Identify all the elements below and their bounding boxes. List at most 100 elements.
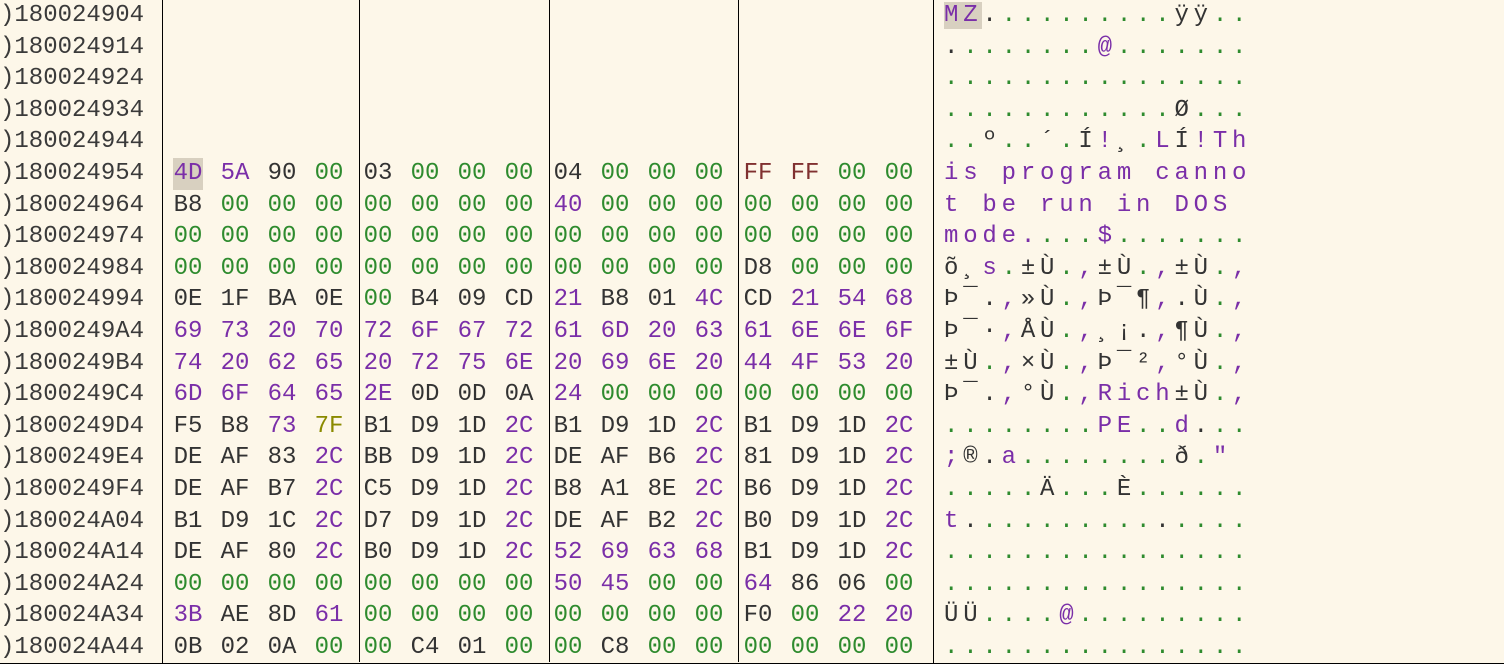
hex-byte[interactable]: B1 xyxy=(743,411,773,443)
hex-byte[interactable]: 00 xyxy=(600,158,630,190)
hex-byte[interactable]: D9 xyxy=(790,506,820,538)
hex-byte[interactable]: 1D xyxy=(837,506,867,538)
hex-byte[interactable]: AF xyxy=(220,474,250,506)
hex-byte[interactable]: 2C xyxy=(314,506,344,538)
hex-column[interactable]: 4D5A90000300000004000000FFFF0000B8000000… xyxy=(163,0,933,663)
hex-byte[interactable]: 6D xyxy=(173,379,203,411)
hex-byte[interactable]: 00 xyxy=(837,632,867,664)
hex-byte[interactable]: 00 xyxy=(553,221,583,253)
hex-byte[interactable]: 00 xyxy=(884,190,914,222)
hex-byte[interactable]: 00 xyxy=(410,569,440,601)
hex-byte[interactable]: 00 xyxy=(694,190,724,222)
hex-byte[interactable]: 62 xyxy=(267,348,297,380)
hex-byte[interactable]: 00 xyxy=(363,632,393,664)
hex-byte[interactable]: B8 xyxy=(600,284,630,316)
hex-byte[interactable]: 61 xyxy=(314,600,344,632)
hex-byte[interactable]: AF xyxy=(220,442,250,474)
hex-byte[interactable]: BA xyxy=(267,284,297,316)
hex-byte[interactable]: 00 xyxy=(600,253,630,285)
hex-byte[interactable]: 2C xyxy=(694,442,724,474)
hex-byte[interactable]: 00 xyxy=(267,569,297,601)
hex-byte[interactable]: 2C xyxy=(314,474,344,506)
hex-byte[interactable]: 64 xyxy=(743,569,773,601)
hex-row[interactable]: 0E1FBA0E00B409CD21B8014CCD215468 xyxy=(173,284,933,316)
hex-byte[interactable]: B8 xyxy=(553,474,583,506)
hex-byte[interactable]: 6F xyxy=(220,379,250,411)
hex-byte[interactable]: 6E xyxy=(647,348,677,380)
hex-byte[interactable]: 86 xyxy=(790,569,820,601)
hex-byte[interactable]: 74 xyxy=(173,348,203,380)
hex-byte[interactable]: 4F xyxy=(790,348,820,380)
hex-byte[interactable]: DE xyxy=(173,537,203,569)
hex-byte[interactable]: 09 xyxy=(457,284,487,316)
hex-byte[interactable]: D7 xyxy=(363,506,393,538)
hex-byte[interactable]: 1D xyxy=(457,537,487,569)
hex-byte[interactable]: 00 xyxy=(504,600,534,632)
hex-byte[interactable]: 00 xyxy=(694,600,724,632)
hex-byte[interactable]: 00 xyxy=(314,253,344,285)
hex-byte[interactable]: 20 xyxy=(267,316,297,348)
hex-byte[interactable]: 00 xyxy=(790,221,820,253)
hex-viewer[interactable]: )180024904)180024914)180024924)180024934… xyxy=(0,0,1504,664)
hex-byte[interactable]: 20 xyxy=(884,348,914,380)
hex-byte[interactable]: 00 xyxy=(457,600,487,632)
hex-byte[interactable]: 44 xyxy=(743,348,773,380)
hex-byte[interactable]: 6E xyxy=(837,316,867,348)
hex-byte[interactable]: 2C xyxy=(884,537,914,569)
hex-byte[interactable]: 63 xyxy=(647,537,677,569)
hex-byte[interactable]: CD xyxy=(504,284,534,316)
hex-byte[interactable]: F5 xyxy=(173,411,203,443)
hex-byte[interactable]: 1D xyxy=(647,411,677,443)
hex-row[interactable]: DEAFB72CC5D91D2CB8A18E2CB6D91D2C xyxy=(173,474,933,506)
hex-byte[interactable]: 1D xyxy=(837,537,867,569)
hex-byte[interactable]: 1C xyxy=(267,506,297,538)
hex-byte[interactable]: 02 xyxy=(220,632,250,664)
hex-byte[interactable]: 69 xyxy=(173,316,203,348)
hex-byte[interactable]: 00 xyxy=(173,221,203,253)
hex-byte[interactable]: 00 xyxy=(884,632,914,664)
hex-byte[interactable]: 00 xyxy=(694,253,724,285)
hex-byte[interactable]: 00 xyxy=(884,379,914,411)
hex-byte[interactable]: 2C xyxy=(504,537,534,569)
hex-byte[interactable]: 0E xyxy=(173,284,203,316)
hex-row[interactable]: 742062652072756E20696E20444F5320 xyxy=(173,348,933,380)
hex-byte[interactable]: 00 xyxy=(410,221,440,253)
hex-byte[interactable]: 00 xyxy=(743,632,773,664)
hex-byte[interactable]: 00 xyxy=(837,158,867,190)
hex-byte[interactable]: B4 xyxy=(410,284,440,316)
hex-byte[interactable]: 2C xyxy=(504,474,534,506)
hex-byte[interactable]: 2E xyxy=(363,379,393,411)
hex-byte[interactable]: A1 xyxy=(600,474,630,506)
hex-byte[interactable]: 68 xyxy=(694,537,724,569)
hex-byte[interactable]: 00 xyxy=(694,379,724,411)
hex-byte[interactable]: FF xyxy=(790,158,820,190)
hex-byte[interactable]: 01 xyxy=(647,284,677,316)
hex-row[interactable]: 3BAE8D610000000000000000F0002220 xyxy=(173,600,933,632)
hex-byte[interactable]: AF xyxy=(600,442,630,474)
hex-byte[interactable]: DE xyxy=(553,442,583,474)
hex-byte[interactable]: 50 xyxy=(553,569,583,601)
hex-byte[interactable]: 0D xyxy=(410,379,440,411)
hex-byte[interactable]: 2C xyxy=(504,411,534,443)
hex-byte[interactable]: 00 xyxy=(220,190,250,222)
hex-byte[interactable]: 73 xyxy=(220,316,250,348)
hex-byte[interactable]: 8D xyxy=(267,600,297,632)
hex-byte[interactable]: 00 xyxy=(457,190,487,222)
hex-byte[interactable]: B8 xyxy=(173,190,203,222)
hex-byte[interactable]: 72 xyxy=(363,316,393,348)
hex-byte[interactable]: 81 xyxy=(743,442,773,474)
hex-byte[interactable]: 83 xyxy=(267,442,297,474)
hex-byte[interactable]: 2C xyxy=(884,506,914,538)
hex-byte[interactable]: F0 xyxy=(743,600,773,632)
hex-byte[interactable]: 1F xyxy=(220,284,250,316)
hex-byte[interactable]: 24 xyxy=(553,379,583,411)
hex-byte[interactable]: B6 xyxy=(743,474,773,506)
hex-byte[interactable]: 0B xyxy=(173,632,203,664)
hex-byte[interactable]: 20 xyxy=(694,348,724,380)
hex-byte[interactable]: 00 xyxy=(267,190,297,222)
hex-byte[interactable]: AE xyxy=(220,600,250,632)
hex-byte[interactable]: 00 xyxy=(694,221,724,253)
hex-byte[interactable]: 00 xyxy=(884,253,914,285)
hex-byte[interactable]: 1D xyxy=(457,411,487,443)
hex-byte[interactable]: 1D xyxy=(457,474,487,506)
